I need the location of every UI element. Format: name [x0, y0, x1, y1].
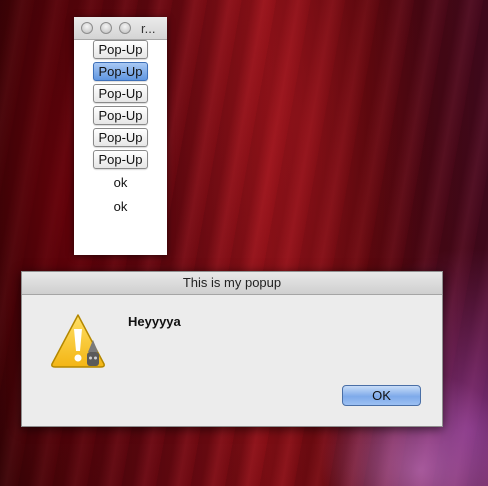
warning-icon — [49, 312, 107, 370]
zoom-button[interactable] — [119, 22, 131, 34]
ok-label-1: ok — [113, 175, 128, 190]
main-window-titlebar[interactable]: r... — [74, 17, 167, 40]
main-window: r... Pop-Up Pop-Up Pop-Up Pop-Up Pop-Up … — [74, 17, 167, 255]
popup-button-1[interactable]: Pop-Up — [93, 40, 148, 59]
alert-dialog: This is my popup Heyyyya OK — [21, 271, 443, 427]
popup-button-6[interactable]: Pop-Up — [93, 150, 148, 169]
popup-button-4[interactable]: Pop-Up — [93, 106, 148, 125]
dialog-message: Heyyyya — [128, 314, 181, 329]
popup-button-2[interactable]: Pop-Up — [93, 62, 148, 81]
dialog-title[interactable]: This is my popup — [22, 272, 442, 295]
popup-button-5[interactable]: Pop-Up — [93, 128, 148, 147]
main-window-title: r... — [141, 21, 156, 36]
close-button[interactable] — [81, 22, 93, 34]
ok-button[interactable]: OK — [342, 385, 421, 406]
ok-label-2: ok — [113, 199, 128, 214]
popup-button-3[interactable]: Pop-Up — [93, 84, 148, 103]
minimize-button[interactable] — [100, 22, 112, 34]
